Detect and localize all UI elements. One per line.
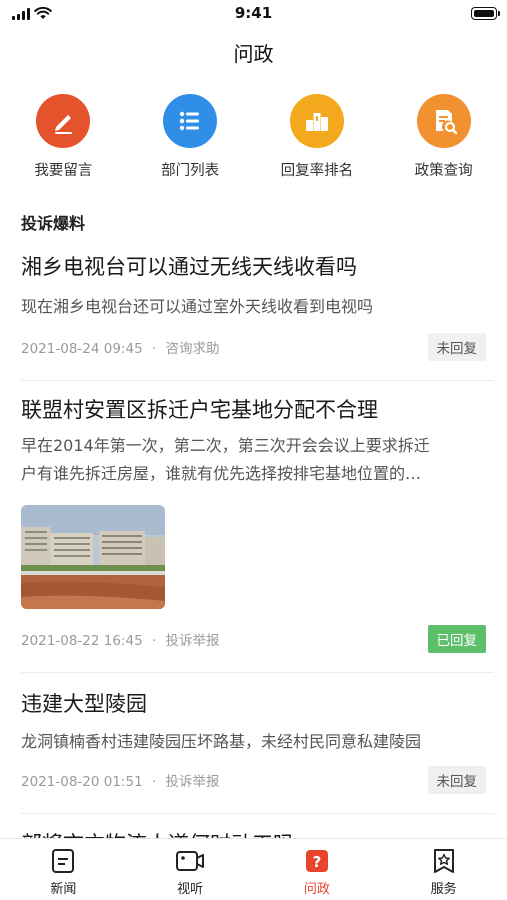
- quick-actions: 我要留言 部门列表 回复率排名 政策查询: [0, 94, 507, 184]
- news-item[interactable]: 违建大型陵园 龙洞镇楠香村违建陵园压坏路基，未经村民同意私建陵园 2021-08…: [0, 673, 507, 813]
- news-summary: 早在2014年第一次，第二次，第三次开会会议上要求拆迁 户有谁先拆迁房屋，谁就有…: [21, 432, 486, 488]
- meta-separator: ·: [151, 633, 157, 650]
- news-summary: 龙洞镇楠香村违建陵园压坏路基，未经村民同意私建陵园: [21, 732, 422, 752]
- quick-action-reply-ranking[interactable]: 回复率排名: [254, 94, 381, 184]
- tab-service[interactable]: 服务: [380, 839, 507, 900]
- status-bar: 9:41: [0, 0, 507, 28]
- video-icon: [176, 851, 205, 871]
- news-item[interactable]: 湘乡电视台可以通过无线天线收看吗 现在湘乡电视台还可以通过室外天线收看到电视吗 …: [0, 248, 507, 380]
- section-title: 投诉爆料: [21, 214, 86, 233]
- residential-buildings-photo: [21, 505, 165, 610]
- news-date: 2021-08-22 16:45: [21, 633, 143, 650]
- news-summary: 现在湘乡电视台还可以通过室外天线收看到电视吗: [21, 297, 374, 317]
- service-star-icon: [433, 849, 454, 873]
- meta-separator: ·: [151, 341, 157, 358]
- divider: [21, 813, 494, 814]
- news-category: 咨询求助: [165, 341, 220, 358]
- news-summary-line: 户有谁先拆迁房屋，谁就有优先选择按排宅基地位置的…: [21, 464, 422, 484]
- news-title: 联盟村安置区拆迁户宅基地分配不合理: [21, 398, 378, 422]
- news-title: 湘乡电视台可以通过无线天线收看吗: [21, 255, 357, 279]
- news-meta: 2021-08-22 16:45 · 投诉举报 已回复: [21, 625, 486, 654]
- news-thumbnail[interactable]: [21, 505, 165, 610]
- podium-icon: [289, 94, 344, 148]
- tab-label: 问政: [303, 882, 330, 897]
- quick-action-label: 我要留言: [34, 163, 93, 179]
- question-icon: ?: [305, 850, 328, 872]
- quick-action-policy-search[interactable]: 政策查询: [380, 94, 507, 184]
- news-meta: 2021-08-24 09:45 · 咨询求助 未回复: [21, 333, 486, 362]
- news-list: 湘乡电视台可以通过无线天线收看吗 现在湘乡电视台还可以通过室外天线收看到电视吗 …: [0, 248, 507, 814]
- quick-action-label: 政策查询: [414, 163, 473, 179]
- news-summary-line: 早在2014年第一次，第二次，第三次开会会议上要求拆迁: [21, 436, 430, 456]
- list-icon: [163, 94, 218, 148]
- status-badge: 未回复: [427, 766, 486, 795]
- news-title: 违建大型陵园: [21, 692, 147, 716]
- tab-wenzheng[interactable]: ? 问政: [254, 839, 381, 900]
- document-search-icon: [416, 94, 471, 148]
- svg-text:?: ?: [313, 853, 322, 871]
- tab-label: 视听: [177, 882, 204, 897]
- status-time: 9:41: [234, 4, 273, 22]
- tab-news[interactable]: 新闻: [0, 839, 127, 900]
- quick-action-department-list[interactable]: 部门列表: [127, 94, 254, 184]
- news-meta: 2021-08-20 01:51 · 投诉举报 未回复: [21, 766, 486, 795]
- tab-label: 新闻: [50, 882, 77, 897]
- news-category: 投诉举报: [165, 633, 220, 650]
- news-icon: [52, 849, 75, 873]
- tab-bar: 新闻 视听 ? 问政 服务: [0, 838, 507, 900]
- quick-action-leave-message[interactable]: 我要留言: [0, 94, 127, 184]
- tab-video[interactable]: 视听: [127, 839, 254, 900]
- meta-separator: ·: [151, 774, 157, 791]
- status-badge: 已回复: [427, 625, 486, 654]
- tab-label: 服务: [430, 882, 457, 897]
- quick-action-label: 部门列表: [161, 163, 220, 179]
- page-title: 问政: [233, 42, 274, 66]
- status-badge: 未回复: [427, 333, 486, 362]
- news-category: 投诉举报: [165, 774, 220, 791]
- news-item[interactable]: 联盟村安置区拆迁户宅基地分配不合理 早在2014年第一次，第二次，第三次开会会议…: [0, 381, 507, 672]
- battery-icon: [471, 7, 500, 20]
- news-date: 2021-08-24 09:45: [21, 341, 143, 358]
- quick-action-label: 回复率排名: [280, 163, 354, 179]
- news-date: 2021-08-20 01:51: [21, 774, 143, 791]
- pen-icon: [36, 94, 91, 148]
